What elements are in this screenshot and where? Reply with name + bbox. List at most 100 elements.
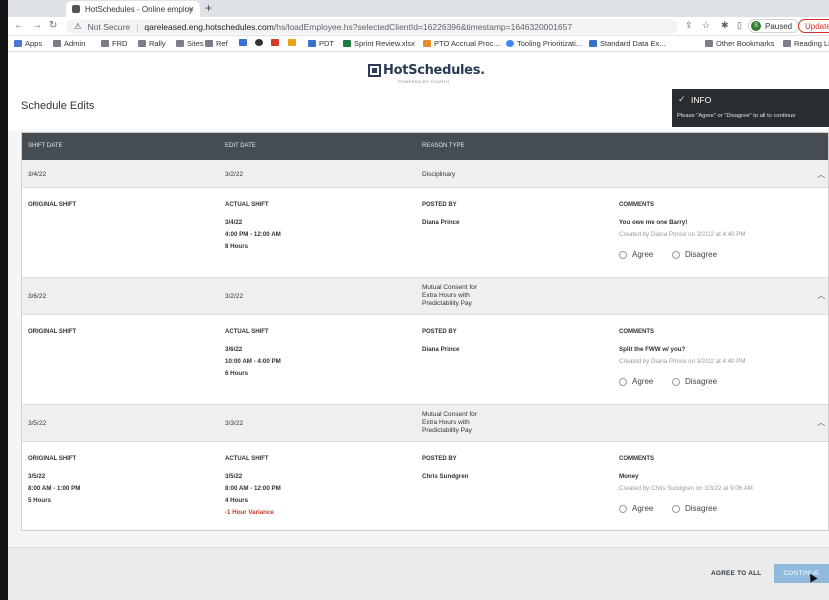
chevron-up-icon[interactable]: ︿	[817, 290, 825, 301]
posted-by-name: Diana Prince	[422, 346, 460, 353]
comments-label: COMMENTS	[619, 329, 654, 335]
table-row[interactable]: 3/6/22 3/2/22 Mutual Consent for Extra H…	[22, 278, 828, 315]
disagree-radio[interactable]: Disagree	[672, 377, 717, 386]
actual-shift-label: ACTUAL SHIFT	[225, 329, 269, 335]
actual-shift-time: 4:00 PM - 12:00 AM	[225, 231, 281, 238]
bookmark-rally[interactable]: Rally	[138, 39, 166, 48]
table-row[interactable]: 3/4/22 3/2/22 Disciplinary ︿	[22, 160, 828, 188]
edit-date: 3/3/22	[225, 420, 244, 427]
bookmark-tooling[interactable]: Tooling Prioritizati...	[506, 39, 582, 48]
bookmark-standard-data[interactable]: Standard Data Ex...	[589, 39, 665, 48]
row-detail: ORIGINAL SHIFT ACTUAL SHIFT 3/6/22 10:00…	[22, 315, 828, 405]
actual-shift-hours: 4 Hours	[225, 497, 249, 504]
actual-shift-date: 3/5/22	[225, 473, 243, 480]
back-arrow-icon[interactable]: ←	[14, 20, 24, 31]
github-bookmark-icon[interactable]	[255, 39, 266, 46]
row-detail: ORIGINAL SHIFT ACTUAL SHIFT 3/4/22 4:00 …	[22, 188, 828, 278]
comments-label: COMMENTS	[619, 202, 654, 208]
x-bookmark-icon	[589, 40, 597, 47]
agree-radio[interactable]: Agree	[619, 504, 653, 513]
bookmark-glyph-icon	[271, 39, 279, 46]
bookmark-other[interactable]: Other Bookmarks	[705, 39, 774, 48]
bookmark-admin[interactable]: Admin	[53, 39, 85, 48]
chevron-up-icon[interactable]: ︿	[817, 417, 825, 428]
bookmark-sites[interactable]: Sites	[176, 39, 204, 48]
drive-bookmark-icon[interactable]	[288, 39, 299, 46]
star-icon[interactable]: ☆	[702, 20, 710, 31]
bookmark-label: PTO Accrual Proc...	[434, 39, 500, 48]
agree-label: Agree	[632, 504, 654, 513]
logo-subtitle: POWERED BY FOURTH	[398, 79, 450, 84]
forward-arrow-icon[interactable]: →	[32, 20, 42, 31]
posted-by-name: Chris Sundgren	[422, 473, 469, 480]
actual-shift-date: 3/4/22	[225, 219, 243, 226]
favicon-icon	[72, 5, 80, 13]
agree-to-all-button[interactable]: AGREE TO ALL	[711, 570, 761, 577]
original-shift-hours: 5 Hours	[28, 497, 52, 504]
bookmark-pto-accrual[interactable]: PTO Accrual Proc...	[423, 39, 500, 48]
bookmark-label: PDT	[319, 39, 334, 48]
disagree-radio[interactable]: Disagree	[672, 250, 717, 259]
reason-type-line: Predictability Pay	[422, 427, 472, 434]
shift-date: 3/4/22	[28, 171, 47, 178]
sidebar-icon[interactable]: ▯	[737, 20, 742, 31]
profile-button[interactable]: S Paused	[748, 19, 800, 33]
toast-title: INFO	[691, 95, 712, 105]
bookmark-ref[interactable]: Ref	[205, 39, 228, 48]
actual-shift-date: 3/6/22	[225, 346, 243, 353]
action-footer	[8, 548, 829, 600]
browser-tab[interactable]: HotSchedules - Online employ ×	[66, 1, 200, 17]
hotschedules-logo: HotSchedules.	[368, 63, 485, 78]
radio-circle-icon	[672, 250, 680, 259]
bookmark-glyph-icon	[288, 39, 296, 46]
bookmark-pdt[interactable]: PDT	[308, 39, 334, 48]
actual-shift-label: ACTUAL SHIFT	[225, 202, 269, 208]
bookmark-sprint-review[interactable]: Sprint Review.xlsx	[343, 39, 415, 48]
original-shift-label: ORIGINAL SHIFT	[28, 202, 77, 208]
reload-icon[interactable]: ↻	[49, 20, 57, 31]
folder-icon	[101, 40, 109, 47]
chevron-up-icon[interactable]: ︿	[817, 169, 825, 180]
toast-message: Please "Agree" or "Disagree" to all to c…	[677, 113, 796, 119]
tab-close-icon[interactable]: ×	[189, 4, 194, 14]
update-button[interactable]: Update	[798, 19, 829, 33]
bookmark-frd[interactable]: FRD	[101, 39, 127, 48]
new-tab-button[interactable]: +	[205, 1, 212, 15]
header-shift-date: SHIFT DATE	[28, 143, 63, 149]
red-bookmark-icon[interactable]	[271, 39, 282, 46]
hour-variance: -1 Hour Variance	[225, 509, 274, 516]
reason-type-line: Extra Hours with	[422, 292, 470, 299]
disagree-radio[interactable]: Disagree	[672, 504, 717, 513]
actual-shift-hours: 6 Hours	[225, 370, 249, 377]
browser-tab-strip: HotSchedules - Online employ × +	[8, 0, 829, 17]
share-icon[interactable]: ⇪	[685, 20, 693, 31]
posted-by-name: Diana Prince	[422, 219, 460, 226]
edit-date: 3/2/22	[225, 293, 244, 300]
table-header: SHIFT DATE EDIT DATE REASON TYPE	[22, 133, 828, 160]
url-host: qareleased.eng.hotschedules.com	[144, 21, 274, 32]
bookmark-reading-list[interactable]: Reading Li	[783, 39, 829, 48]
address-bar[interactable]: ⚠ Not Secure | qareleased.eng.hotschedul…	[66, 19, 678, 34]
bookmark-label: Apps	[25, 39, 43, 48]
continue-button[interactable]: CONTINUE	[774, 564, 829, 583]
original-shift-label: ORIGINAL SHIFT	[28, 329, 77, 335]
extensions-icon[interactable]: ✱	[721, 20, 729, 31]
row-detail: ORIGINAL SHIFT 3/5/22 8:00 AM - 1:00 PM …	[22, 442, 828, 530]
bookmark-label: Sites	[187, 39, 204, 48]
comments-label: COMMENTS	[619, 456, 654, 462]
comment-created: Created by Chris Sundgren on 3/3/22 at 9…	[619, 485, 753, 492]
radio-circle-icon	[672, 504, 680, 513]
reason-type-line: Mutual Consent for	[422, 411, 477, 418]
folder-icon	[176, 40, 184, 47]
folder-icon	[705, 40, 713, 47]
agree-label: Agree	[632, 250, 654, 259]
agree-radio[interactable]: Agree	[619, 377, 653, 386]
blue-bookmark-icon[interactable]	[239, 39, 250, 46]
bookmark-apps[interactable]: Apps	[14, 39, 42, 48]
table-row[interactable]: 3/5/22 3/3/22 Mutual Consent for Extra H…	[22, 405, 828, 442]
agree-radio[interactable]: Agree	[619, 250, 653, 259]
shift-date: 3/5/22	[28, 420, 47, 427]
bookmark-label: Tooling Prioritizati...	[517, 39, 583, 48]
posted-by-label: POSTED BY	[422, 329, 457, 335]
comment-created: Created by Diana Prince on 3/2/22 at 4:4…	[619, 358, 746, 365]
